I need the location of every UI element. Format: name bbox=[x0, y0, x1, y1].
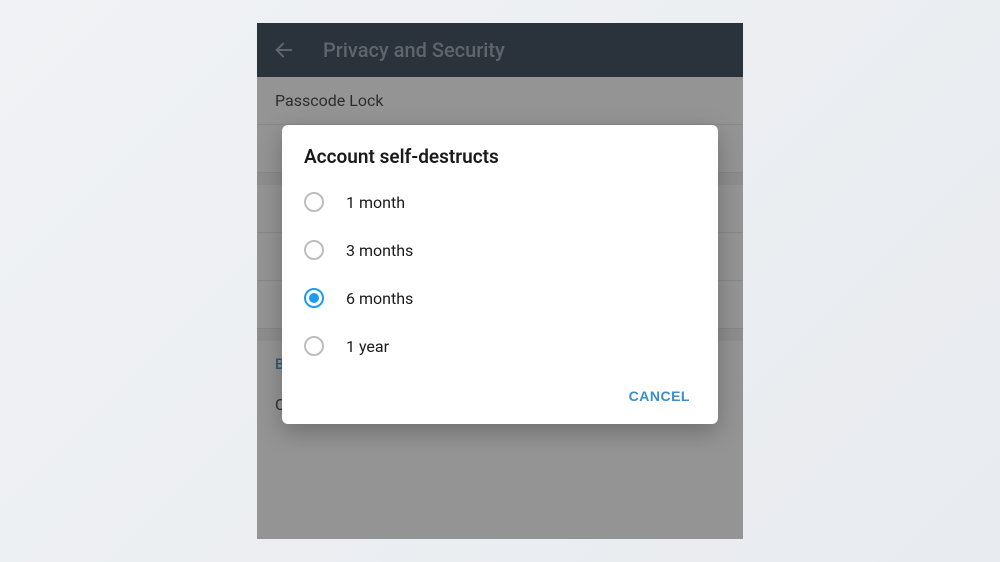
app-screen: Privacy and Security Passcode Lock Bots … bbox=[257, 23, 743, 539]
radio-option-6-months[interactable]: 6 months bbox=[282, 274, 718, 322]
radio-option-3-months[interactable]: 3 months bbox=[282, 226, 718, 274]
radio-label: 1 year bbox=[346, 337, 389, 356]
radio-label: 6 months bbox=[346, 289, 413, 308]
radio-icon bbox=[304, 192, 324, 212]
radio-icon bbox=[304, 336, 324, 356]
radio-option-1-year[interactable]: 1 year bbox=[282, 322, 718, 370]
cancel-button[interactable]: CANCEL bbox=[617, 380, 702, 412]
radio-label: 1 month bbox=[346, 193, 405, 212]
radio-option-1-month[interactable]: 1 month bbox=[282, 178, 718, 226]
radio-label: 3 months bbox=[346, 241, 413, 260]
radio-icon bbox=[304, 240, 324, 260]
dialog-actions: CANCEL bbox=[282, 370, 718, 416]
dialog-title: Account self-destructs bbox=[282, 145, 718, 178]
radio-icon-selected bbox=[304, 288, 324, 308]
self-destruct-dialog: Account self-destructs 1 month 3 months … bbox=[282, 125, 718, 424]
